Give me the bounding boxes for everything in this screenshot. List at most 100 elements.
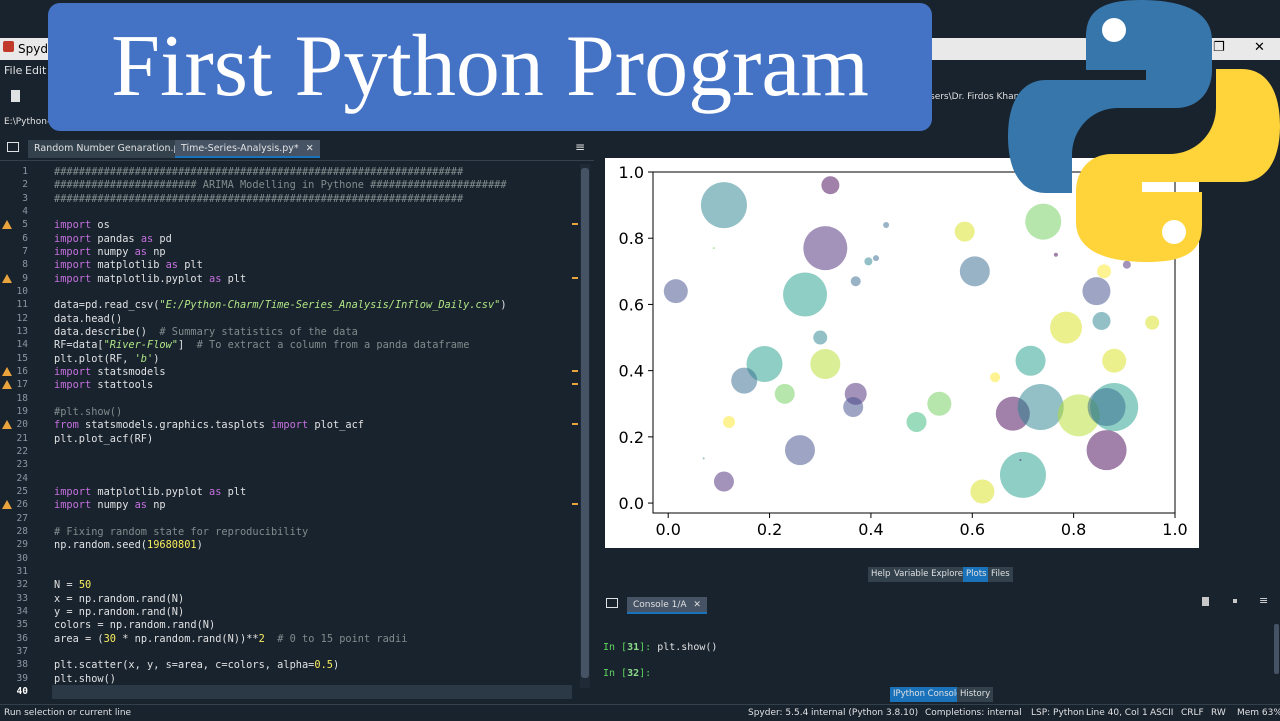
code-line[interactable]: from statsmodels.graphics.tasplots impor…	[54, 419, 364, 431]
code-line[interactable]: import os	[54, 219, 110, 231]
code-line[interactable]: N = 50	[54, 579, 91, 591]
warning-icon[interactable]	[2, 500, 12, 510]
code-line[interactable]: ########################################…	[54, 193, 463, 205]
scatter-point	[883, 221, 890, 228]
console-scrollbar[interactable]	[1274, 624, 1279, 674]
menu-edit[interactable]: Edit	[25, 64, 46, 77]
code-line[interactable]: # Fixing random state for reproducibilit…	[54, 526, 308, 538]
code-line[interactable]: import matplotlib.pyplot as plt	[54, 273, 246, 285]
console-options-icon[interactable]: ≡	[1259, 594, 1268, 607]
tab-history[interactable]: History	[957, 687, 994, 702]
scatter-point	[1015, 345, 1046, 376]
tab-ipython-console[interactable]: IPython Console	[890, 687, 965, 702]
menu-file[interactable]: File	[4, 64, 22, 77]
line-number: 8	[22, 259, 28, 271]
scrollbar-warning-marker[interactable]	[572, 503, 578, 506]
line-number: 38	[16, 659, 28, 671]
scatter-point	[813, 330, 828, 345]
line-number: 3	[22, 192, 28, 204]
status-message: Run selection or current line	[4, 708, 132, 718]
line-number: 21	[16, 432, 28, 444]
new-file-icon[interactable]	[11, 90, 20, 102]
tab-help[interactable]: Help	[868, 567, 894, 582]
code-line[interactable]: import stattools	[54, 379, 153, 391]
line-number: 23	[16, 459, 28, 471]
warning-icon[interactable]	[2, 366, 12, 376]
scrollbar-warning-marker[interactable]	[572, 369, 578, 372]
tab-time-series-analysis[interactable]: Time-Series-Analysis.py* ✕	[175, 140, 320, 158]
warning-icon[interactable]	[2, 420, 12, 430]
line-number: 6	[22, 232, 28, 244]
warning-icon[interactable]	[2, 380, 12, 390]
code-line[interactable]: x = np.random.rand(N)	[54, 593, 184, 605]
x-tick-label: 0.2	[757, 520, 782, 539]
code-line[interactable]: import pandas as pd	[54, 233, 172, 245]
tab-plots[interactable]: Plots	[963, 567, 990, 582]
scrollbar-warning-marker[interactable]	[572, 423, 578, 426]
tab-variable-explorer[interactable]: Variable Explorer	[891, 567, 970, 582]
tab-console-1a[interactable]: Console 1/A ✕	[627, 597, 707, 614]
browse-tabs-icon[interactable]	[606, 598, 618, 608]
line-number: 13	[16, 325, 28, 337]
scatter-point	[1097, 264, 1112, 279]
code-line[interactable]: data.head()	[54, 313, 122, 325]
code-line[interactable]: data=pd.read_csv("E:/Python-Charm/Time-S…	[54, 299, 507, 311]
scatter-point	[663, 279, 688, 304]
code-line[interactable]: import numpy as np	[54, 499, 166, 511]
scatter-point	[723, 415, 736, 428]
code-editor[interactable]: ########################################…	[52, 164, 572, 700]
line-number: 25	[16, 485, 28, 497]
line-number: 14	[16, 339, 28, 351]
scatter-point	[954, 221, 975, 242]
code-line[interactable]: colors = np.random.rand(N)	[54, 619, 215, 631]
line-number: 30	[16, 552, 28, 564]
editor-scrollbar-thumb[interactable]	[581, 168, 589, 678]
y-tick-label: 1.0	[619, 163, 644, 182]
code-line[interactable]: import matplotlib.pyplot as plt	[54, 486, 246, 498]
code-line[interactable]: data.describe() # Summary statistics of …	[54, 326, 358, 338]
y-tick-label: 0.8	[619, 229, 644, 248]
tab-close-icon[interactable]: ✕	[693, 600, 701, 610]
console-prompt-32[interactable]: In [32]:	[603, 668, 651, 679]
code-line[interactable]: import numpy as np	[54, 246, 166, 258]
status-spyder-version: Spyder: 5.5.4	[748, 708, 809, 718]
scrollbar-warning-marker[interactable]	[572, 276, 578, 279]
working-directory-path[interactable]: sers\Dr. Firdos Khan	[930, 92, 1019, 102]
browse-tabs-icon[interactable]	[7, 142, 19, 152]
status-eol: CRLF	[1181, 708, 1204, 718]
x-tick-label: 0.4	[858, 520, 883, 539]
scatter-point	[784, 435, 815, 466]
line-number: 2	[22, 179, 28, 191]
code-line[interactable]: ####################### ARIMA Modelling …	[54, 179, 507, 191]
scatter-point	[906, 411, 927, 432]
code-line[interactable]: ########################################…	[54, 166, 463, 178]
status-cursor-position: Line 40, Col 1	[1086, 708, 1148, 718]
scatter-point	[1082, 277, 1111, 306]
warning-icon[interactable]	[2, 273, 12, 283]
code-line[interactable]: plt.show()	[54, 673, 116, 685]
copy-icon[interactable]	[1202, 597, 1209, 606]
code-line[interactable]: RF=data["River-Flow"] # To extract a col…	[54, 339, 469, 351]
status-interpreter[interactable]: internal (Python 3.8.10)	[811, 708, 918, 718]
x-tick-label: 0.6	[960, 520, 985, 539]
scatter-point	[959, 256, 990, 287]
code-line[interactable]: y = np.random.rand(N)	[54, 606, 184, 618]
code-line[interactable]: import statsmodels	[54, 366, 166, 378]
scrollbar-warning-marker[interactable]	[572, 223, 578, 226]
tab-files[interactable]: Files	[988, 567, 1013, 582]
stop-icon[interactable]	[1233, 599, 1237, 603]
code-line[interactable]: np.random.seed(19680801)	[54, 539, 203, 551]
tab-close-icon[interactable]: ✕	[306, 143, 314, 154]
code-line[interactable]: area = (30 * np.random.rand(N))**2 # 0 t…	[54, 633, 407, 645]
code-line[interactable]: plt.scatter(x, y, s=area, c=colors, alph…	[54, 659, 339, 671]
code-line[interactable]: plt.plot(RF, 'b')	[54, 353, 159, 365]
warning-icon[interactable]	[2, 220, 12, 230]
code-line[interactable]: #plt.show()	[54, 406, 122, 418]
scatter-point	[1145, 315, 1160, 330]
scrollbar-warning-marker[interactable]	[572, 383, 578, 386]
editor-options-icon[interactable]: ≡	[575, 140, 585, 154]
scatter-point	[970, 479, 995, 504]
code-line[interactable]: plt.plot_acf(RF)	[54, 433, 153, 445]
code-line[interactable]: import matplotlib as plt	[54, 259, 203, 271]
status-completions: Completions: internal	[925, 708, 1022, 718]
